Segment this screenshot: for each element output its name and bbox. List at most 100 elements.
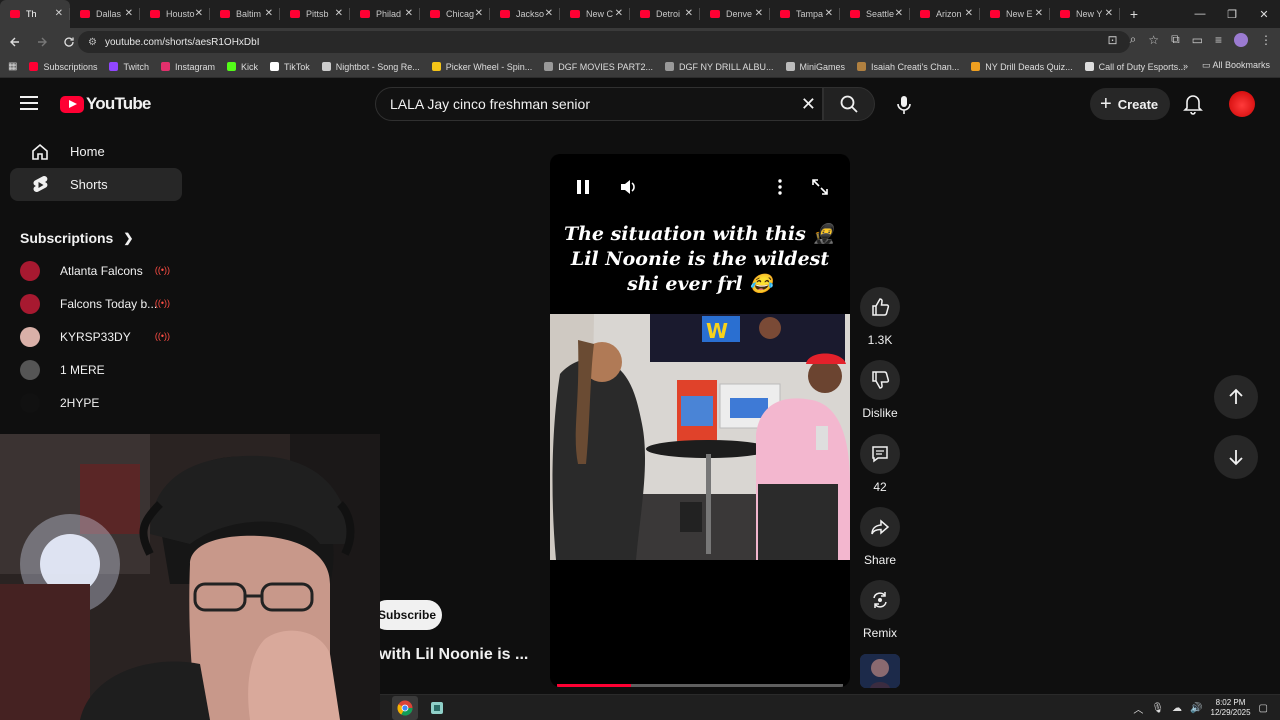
bookmark-item[interactable]: Kick — [227, 62, 258, 72]
notifications-button[interactable] — [1181, 92, 1205, 116]
close-tab-icon[interactable]: ✕ — [685, 8, 693, 19]
close-tab-icon[interactable]: ✕ — [1035, 8, 1043, 19]
chevron-double-right-icon[interactable]: » — [1183, 61, 1188, 71]
comments-button[interactable]: 42 — [860, 434, 900, 494]
browser-tab[interactable]: New C ✕ — [560, 0, 630, 28]
browser-tab[interactable]: New E ✕ — [980, 0, 1050, 28]
browser-tab[interactable]: Arizon ✕ — [910, 0, 980, 28]
microphone-tray-icon[interactable]: 🎙 — [1151, 703, 1164, 714]
close-tab-icon[interactable]: ✕ — [125, 8, 133, 19]
share-button[interactable]: Share — [860, 507, 900, 567]
like-button[interactable]: 1.3K — [860, 287, 900, 347]
bookmark-item[interactable]: NY Drill Deads Quiz... — [971, 62, 1073, 72]
video-progress-bar[interactable] — [557, 684, 843, 687]
subscriptions-heading[interactable]: Subscriptions ❯ — [0, 221, 192, 254]
bookmark-item[interactable]: Twitch — [109, 62, 149, 72]
browser-tab[interactable]: Dallas ✕ — [70, 0, 140, 28]
browser-tab[interactable]: Housto ✕ — [140, 0, 210, 28]
taskbar-chrome-button[interactable] — [392, 696, 418, 720]
remix-button[interactable]: Remix — [860, 580, 900, 640]
close-tab-icon[interactable]: ✕ — [55, 8, 63, 19]
browser-tab[interactable]: Seattle ✕ — [840, 0, 910, 28]
sound-thumbnail[interactable] — [860, 654, 900, 688]
profile-avatar[interactable] — [1234, 32, 1248, 47]
browser-tab[interactable]: Baltim ✕ — [210, 0, 280, 28]
forward-button[interactable] — [30, 30, 54, 54]
shorts-player[interactable]: The situation with this 🥷 Lil Noonie is … — [550, 154, 850, 687]
subscription-item[interactable]: 2HYPE — [0, 386, 192, 419]
close-tab-icon[interactable]: ✕ — [895, 8, 903, 19]
subscription-item[interactable]: Atlanta Falcons ((•)) — [0, 254, 192, 287]
youtube-logo[interactable]: YouTube — [60, 94, 151, 114]
bookmark-item[interactable]: Picker Wheel - Spin... — [431, 62, 532, 72]
address-bar[interactable]: ⚙ youtube.com/shorts/aesR1OHxDbI — [78, 31, 1130, 53]
close-tab-icon[interactable]: ✕ — [965, 8, 973, 19]
browser-tab[interactable]: Tampa ✕ — [770, 0, 840, 28]
all-bookmarks-button[interactable]: ▭ All Bookmarks — [1202, 60, 1270, 71]
site-info-icon[interactable]: ⚙ — [88, 37, 97, 48]
more-options-button[interactable] — [774, 178, 786, 201]
browser-tab[interactable]: Pittsb ✕ — [280, 0, 350, 28]
bookmark-item[interactable]: DGF NY DRILL ALBU... — [664, 62, 774, 72]
close-tab-icon[interactable]: ✕ — [195, 8, 203, 19]
search-button[interactable] — [823, 87, 875, 121]
subscribe-button[interactable]: Subscribe — [372, 600, 442, 630]
install-app-icon[interactable]: ⊡ — [1108, 33, 1118, 47]
subscription-item[interactable]: 1 MERE — [0, 353, 192, 386]
close-tab-icon[interactable]: ✕ — [1105, 8, 1113, 19]
next-short-button[interactable] — [1214, 435, 1258, 479]
browser-tab[interactable]: Denve ✕ — [700, 0, 770, 28]
clear-search-icon[interactable]: ✕ — [801, 94, 816, 115]
close-tab-icon[interactable]: ✕ — [405, 8, 413, 19]
bookmark-item[interactable]: TikTok — [270, 62, 310, 72]
bookmark-item[interactable]: Nightbot - Song Re... — [321, 62, 420, 72]
browser-tab[interactable]: Jackso ✕ — [490, 0, 560, 28]
menu-icon[interactable] — [20, 96, 38, 110]
close-tab-icon[interactable]: ✕ — [545, 8, 553, 19]
volume-button[interactable] — [619, 178, 639, 201]
bookmark-star-icon[interactable]: ☆ — [1148, 33, 1159, 47]
subscription-item[interactable]: Falcons Today b... ((•)) — [0, 287, 192, 320]
close-tab-icon[interactable]: ✕ — [825, 8, 833, 19]
bookmark-item[interactable]: Instagram — [161, 62, 215, 72]
account-avatar[interactable] — [1229, 91, 1255, 117]
pause-button[interactable] — [574, 178, 592, 201]
close-tab-icon[interactable]: ✕ — [335, 8, 343, 19]
side-panel-icon[interactable]: ▭ — [1192, 33, 1203, 47]
cloud-icon[interactable]: ☁ — [1172, 703, 1182, 714]
sidebar-item-home[interactable]: Home — [10, 135, 182, 168]
close-tab-icon[interactable]: ✕ — [475, 8, 483, 19]
minimize-icon[interactable]: — — [1184, 0, 1216, 28]
chevron-up-icon[interactable]: ︿ — [1133, 701, 1143, 716]
media-control-icon[interactable]: ≡ — [1215, 33, 1222, 47]
short-title[interactable]: with Lil Noonie is ... — [379, 646, 528, 664]
taskbar-app-button[interactable] — [424, 696, 450, 720]
bookmark-item[interactable]: Subscriptions — [29, 62, 97, 72]
browser-tab[interactable]: Philad ✕ — [350, 0, 420, 28]
voice-search-button[interactable] — [886, 87, 922, 123]
subscription-item[interactable]: KYRSP33DY ((•)) — [0, 320, 192, 353]
clock[interactable]: 8:02 PM 12/29/2025 — [1211, 698, 1251, 718]
notifications-tray-icon[interactable]: ▢ — [1259, 703, 1268, 714]
menu-dots-icon[interactable]: ⋮ — [1260, 33, 1272, 47]
dislike-button[interactable]: Dislike — [860, 360, 900, 420]
browser-tab[interactable]: Chicag ✕ — [420, 0, 490, 28]
close-tab-icon[interactable]: ✕ — [755, 8, 763, 19]
browser-tab[interactable]: Detroi ✕ — [630, 0, 700, 28]
extensions-icon[interactable]: ⧉ — [1171, 32, 1180, 47]
browser-tab[interactable]: New Y ✕ — [1050, 0, 1120, 28]
bookmark-item[interactable]: Isaiah Creati's Chan... — [857, 62, 959, 72]
restore-icon[interactable]: ❐ — [1216, 0, 1248, 28]
bookmark-item[interactable]: MiniGames — [785, 62, 845, 72]
search-input[interactable]: LALA Jay cinco freshman senior ✕ — [375, 87, 823, 121]
bookmark-item[interactable]: Call of Duty Esports... — [1084, 62, 1186, 72]
speaker-icon[interactable]: 🔊 — [1190, 703, 1202, 714]
create-button[interactable]: + Create — [1090, 88, 1170, 120]
back-button[interactable] — [3, 30, 27, 54]
fullscreen-button[interactable] — [811, 178, 829, 201]
close-window-icon[interactable]: ✕ — [1248, 0, 1280, 28]
new-tab-button[interactable]: + — [1120, 6, 1148, 22]
zoom-icon[interactable]: ⌕ — [1130, 32, 1137, 47]
sidebar-item-shorts[interactable]: Shorts — [10, 168, 182, 201]
close-tab-icon[interactable]: ✕ — [265, 8, 273, 19]
